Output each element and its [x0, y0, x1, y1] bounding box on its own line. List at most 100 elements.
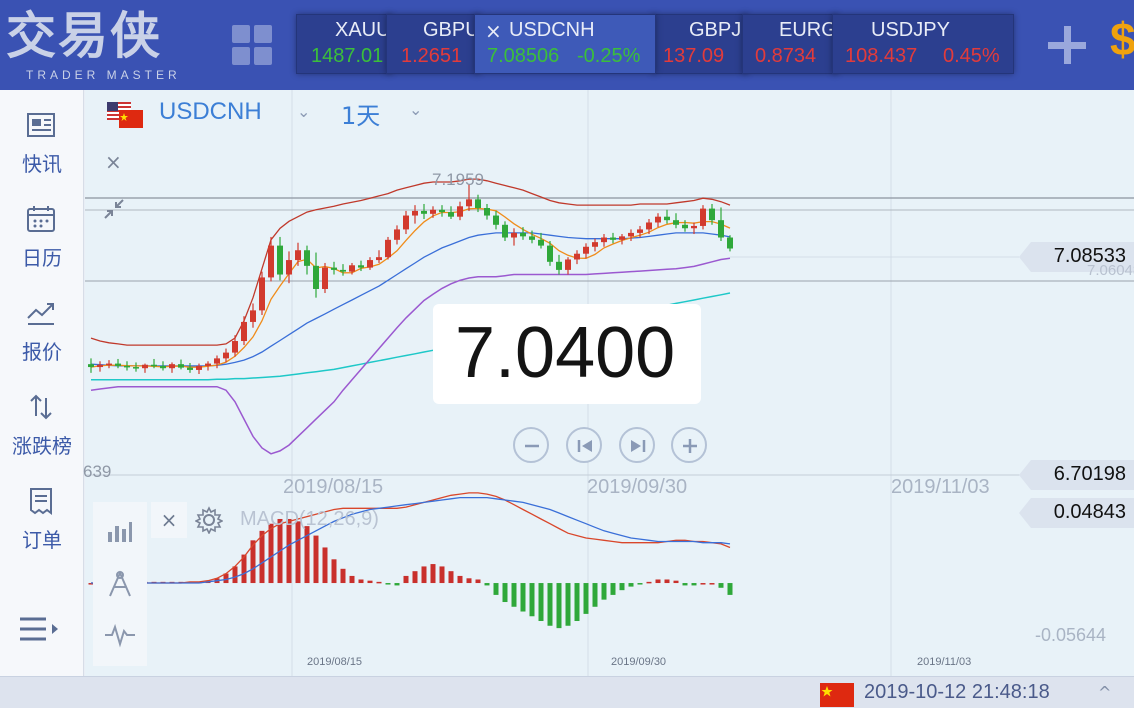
macd-histogram-bar	[664, 579, 670, 584]
candle-body	[628, 232, 634, 237]
top-bar: 交易侠 TRADER MASTER XAUU 1487.01 GBPU 1.2651 ×…	[0, 0, 1134, 90]
candle-body	[223, 352, 229, 359]
ghost-price-label: 7.06048	[1087, 262, 1134, 279]
crosshair-price-value: 7.0400	[455, 313, 676, 393]
timeframe-label: 1天	[341, 102, 381, 130]
drawing-tool-icon[interactable]	[106, 570, 134, 598]
sidebar-item-label: 订单	[22, 528, 62, 552]
sidebar-item-quote[interactable]: 报价	[0, 288, 84, 372]
candle-body	[322, 267, 328, 289]
candle-body	[259, 277, 265, 311]
candle-body	[385, 239, 391, 258]
ticker-change: -0.25%	[577, 45, 641, 67]
macd-histogram-bar	[421, 566, 427, 584]
candle-body	[565, 259, 571, 270]
candle-body	[592, 242, 598, 247]
macd-value-tag: 0.04843	[1019, 498, 1134, 528]
ticker-tab-gbpu[interactable]: GBPU 1.2651	[386, 14, 480, 74]
macd-histogram-bar	[520, 583, 526, 612]
ticker-symbol: GBPJ	[689, 19, 742, 41]
ticker-tab-gbpj[interactable]: GBPJ 137.09	[652, 14, 748, 74]
chevron-up-icon[interactable]: ^	[1098, 683, 1111, 702]
add-symbol-icon[interactable]	[1044, 22, 1090, 68]
candle-body	[601, 237, 607, 243]
ticker-change: 0.45%	[943, 45, 1000, 67]
candle-body	[610, 237, 616, 240]
candle-body	[412, 210, 418, 216]
ticker-tab-usdcnh[interactable]: × USDCNH 7.08506 -0.25%	[474, 14, 656, 74]
candle-body	[331, 267, 337, 270]
ticker-symbol: USDJPY	[871, 19, 950, 41]
macd-histogram-bar	[358, 579, 364, 584]
ticker-price: 137.09	[663, 45, 725, 67]
candle-body	[520, 232, 526, 237]
macd-histogram-bar	[394, 583, 400, 586]
chart-area[interactable]: USDCNH ⌄ 1天 ⌄ × 7.1959 639 7.08533 7.060…	[83, 90, 1134, 676]
candle-body	[142, 364, 148, 369]
crosshair-price-popup: 7.0400	[433, 304, 701, 404]
menu-icon[interactable]	[18, 614, 64, 644]
candle-body	[151, 364, 157, 367]
close-indicator-button[interactable]: ×	[105, 150, 122, 174]
macd-histogram-bar	[673, 580, 679, 584]
sidebar-item-news[interactable]: 快讯	[0, 100, 84, 184]
gear-icon[interactable]	[195, 506, 223, 534]
ticker-tab-eurg[interactable]: EURG 0.8734	[742, 14, 838, 74]
ticker-price: 7.08506	[487, 45, 560, 67]
macd-histogram-bar	[565, 583, 571, 626]
candle-body	[358, 265, 364, 268]
candle-body	[511, 232, 517, 238]
candle-body	[457, 206, 463, 217]
ticker-tab-xauu[interactable]: XAUU 1487.01	[296, 14, 392, 74]
candle-body	[133, 367, 139, 369]
zoom-out-button[interactable]	[513, 427, 549, 463]
candle-body	[682, 224, 688, 229]
macd-histogram-bar	[556, 583, 562, 629]
plus-icon	[683, 439, 697, 453]
x-axis-label: 2019/08/15	[283, 476, 384, 498]
candle-body	[205, 363, 211, 366]
x-axis-small-label: 2019/08/15	[307, 656, 363, 668]
skip-forward-icon	[631, 440, 646, 452]
bar-chart-icon[interactable]	[106, 518, 134, 544]
macd-histogram-bar	[709, 583, 715, 585]
candle-body	[673, 220, 679, 225]
us-cn-flag-icon	[107, 102, 143, 128]
macd-histogram-bar	[448, 571, 454, 584]
sidebar-item-ranking[interactable]: 涨跌榜	[0, 382, 84, 466]
close-macd-button[interactable]: ×	[151, 502, 187, 538]
macd-histogram-bar	[655, 579, 661, 584]
candle-body	[700, 208, 706, 226]
ticker-tab-usdjpy[interactable]: USDJPY 108.437 0.45%	[832, 14, 1014, 74]
grid-menu-icon[interactable]	[232, 25, 274, 67]
bottom-price-value: 6.70198	[1053, 463, 1126, 485]
pulse-icon[interactable]	[104, 622, 136, 648]
macd-histogram-bar	[619, 583, 625, 591]
quote-icon	[27, 303, 54, 325]
macd-histogram-bar	[547, 583, 553, 626]
app-logo: 交易侠 TRADER MASTER	[6, 6, 196, 86]
scroll-end-button[interactable]	[619, 427, 655, 463]
cn-flag-icon	[820, 683, 854, 707]
macd-histogram-bar	[574, 583, 580, 622]
sidebar-item-calendar[interactable]: 日历	[0, 194, 84, 278]
dollar-icon[interactable]: $	[1110, 12, 1134, 66]
collapse-icon[interactable]	[103, 198, 125, 220]
close-tab-icon[interactable]: ×	[485, 19, 502, 43]
macd-histogram-bar	[484, 583, 490, 586]
macd-histogram-bar	[601, 583, 607, 600]
calendar-icon	[27, 206, 55, 232]
candle-body	[115, 363, 121, 366]
sidebar-item-order[interactable]: 订单	[0, 476, 84, 560]
macd-indicator-label: MACD(12,26,9)	[240, 508, 379, 530]
zoom-in-button[interactable]	[671, 427, 707, 463]
candle-body	[556, 261, 562, 270]
logo-cn: 交易侠	[6, 7, 162, 65]
order-icon	[30, 488, 52, 515]
sidebar-item-label: 快讯	[22, 152, 62, 176]
macd-histogram-bar	[529, 583, 535, 617]
macd-histogram-bar	[700, 583, 706, 585]
scroll-start-button[interactable]	[566, 427, 602, 463]
macd-histogram-bar	[376, 581, 382, 584]
x-axis-small-label: 2019/11/03	[917, 656, 972, 668]
